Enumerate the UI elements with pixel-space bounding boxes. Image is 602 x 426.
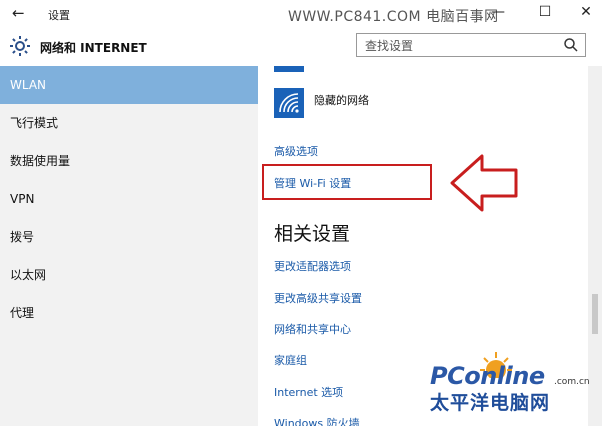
hidden-network-label[interactable]: 隐藏的网络 <box>314 92 369 108</box>
advanced-options-link[interactable]: 高级选项 <box>274 143 318 159</box>
maximize-button[interactable]: ☐ <box>535 4 555 20</box>
annotation-arrow-icon <box>450 154 518 212</box>
annotation-highlight-box <box>262 164 432 200</box>
logo-brand: PConline <box>430 362 545 390</box>
watermark-text: WWW.PC841.COM 电脑百事网 <box>288 9 499 25</box>
page-title: 网络和 INTERNET <box>40 41 147 55</box>
gear-icon <box>10 36 30 56</box>
page-header: 网络和 INTERNET <box>0 28 602 66</box>
sidebar-item-data-usage[interactable]: 数据使用量 <box>0 142 258 180</box>
change-adapter-options-link[interactable]: 更改适配器选项 <box>274 258 351 274</box>
sidebar: WLAN 飞行模式 数据使用量 VPN 拨号 以太网 代理 <box>0 66 258 426</box>
title-bar: ← 设置 WWW.PC841.COM 电脑百事网 — ☐ ✕ <box>0 0 602 28</box>
sidebar-item-vpn[interactable]: VPN <box>0 180 258 218</box>
sidebar-item-wlan[interactable]: WLAN <box>0 66 258 104</box>
pconline-logo: PConline .com.cn 太平洋电脑网 <box>420 348 600 426</box>
logo-domain: .com.cn <box>554 377 590 387</box>
sidebar-item-dialup[interactable]: 拨号 <box>0 218 258 256</box>
logo-chinese: 太平洋电脑网 <box>430 392 551 414</box>
sidebar-item-ethernet[interactable]: 以太网 <box>0 256 258 294</box>
scrollbar-thumb[interactable] <box>592 294 598 334</box>
window-title: 设置 <box>48 9 70 22</box>
homegroup-link[interactable]: 家庭组 <box>274 352 307 368</box>
related-settings-heading: 相关设置 <box>274 223 351 245</box>
sidebar-item-airplane-mode[interactable]: 飞行模式 <box>0 104 258 142</box>
search-box[interactable] <box>356 33 586 57</box>
sidebar-item-proxy[interactable]: 代理 <box>0 294 258 332</box>
hidden-network-tile[interactable] <box>274 88 304 118</box>
advanced-sharing-settings-link[interactable]: 更改高级共享设置 <box>274 290 362 306</box>
windows-firewall-link[interactable]: Windows 防火墙 <box>274 415 360 426</box>
internet-options-link[interactable]: Internet 选项 <box>274 384 343 400</box>
network-sharing-center-link[interactable]: 网络和共享中心 <box>274 321 351 337</box>
search-icon[interactable] <box>563 37 579 53</box>
wifi-network-tile[interactable] <box>274 66 304 72</box>
wifi-icon <box>274 66 304 72</box>
close-button[interactable]: ✕ <box>576 4 596 20</box>
back-arrow-icon[interactable]: ← <box>12 4 25 22</box>
wifi-icon <box>279 93 299 113</box>
search-input[interactable] <box>363 35 557 57</box>
minimize-button[interactable]: — <box>488 4 508 20</box>
